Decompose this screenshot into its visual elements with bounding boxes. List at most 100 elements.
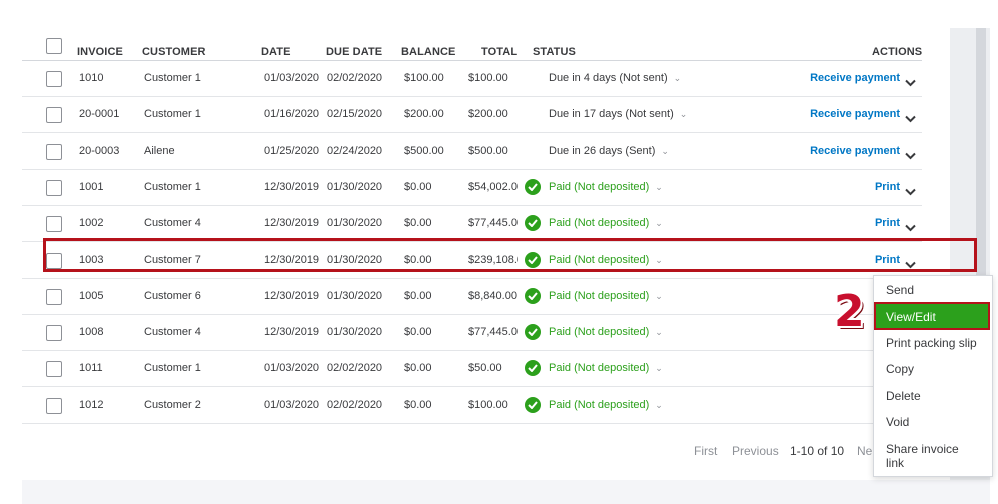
row-checkbox[interactable] <box>46 397 62 414</box>
customer-name: Customer 1 <box>144 108 201 121</box>
pagination-first[interactable]: First <box>694 444 717 458</box>
customer-name: Customer 1 <box>144 72 201 84</box>
invoice-number[interactable]: 1008 <box>79 326 103 338</box>
paid-check-icon <box>525 360 541 377</box>
invoice-date: 12/30/2019 <box>264 180 320 193</box>
status-chevron-icon[interactable]: ⌄ <box>680 109 688 120</box>
table-row: 1010 Customer 1 01/03/2020 02/02/2020 $100.0… <box>22 60 922 97</box>
paid-check-icon <box>525 178 541 195</box>
action-chevron-icon[interactable] <box>905 219 916 237</box>
footer-strip <box>22 480 990 504</box>
header-date[interactable]: DATE <box>261 46 291 58</box>
status-chevron-icon[interactable]: ⌄ <box>655 327 663 338</box>
invoice-number[interactable]: 1002 <box>79 217 103 229</box>
row-checkbox[interactable] <box>46 216 62 233</box>
menu-item-view-edit[interactable]: View/Edit <box>874 302 990 330</box>
invoice-date: 01/25/2020 <box>264 144 320 157</box>
row-checkbox[interactable] <box>46 107 62 124</box>
invoice-number[interactable]: 1012 <box>79 399 103 411</box>
header-total[interactable]: TOTAL <box>481 46 517 58</box>
status-label: Due in 26 days (Sent) <box>549 144 656 157</box>
balance-amount: $0.00 <box>404 362 432 375</box>
status-text[interactable]: Due in 17 days (Not sent) ⌄ <box>549 108 687 120</box>
balance-amount: $0.00 <box>404 398 432 411</box>
menu-item-void[interactable]: Void <box>886 415 909 429</box>
menu-item-share-invoice-link[interactable]: Share invoice <box>886 442 959 456</box>
row-checkbox[interactable] <box>46 361 62 378</box>
customer-name: Ailene <box>144 144 175 157</box>
menu-item-send[interactable]: Send <box>886 283 914 297</box>
balance-amount: $100.00 <box>404 72 444 84</box>
status-chevron-icon[interactable]: ⌄ <box>655 363 663 374</box>
menu-item-delete[interactable]: Delete <box>886 389 921 403</box>
invoice-number[interactable]: 1011 <box>79 362 103 374</box>
row-checkbox[interactable] <box>46 179 62 196</box>
status-text[interactable]: Paid (Not deposited) ⌄ <box>549 290 663 302</box>
row-checkbox[interactable] <box>46 288 62 305</box>
customer-name: Customer 4 <box>144 326 201 339</box>
status-label: Due in 17 days (Not sent) <box>549 108 674 121</box>
status-text[interactable]: Paid (Not deposited) ⌄ <box>549 217 663 229</box>
menu-item-copy[interactable]: Copy <box>886 362 914 376</box>
status-text[interactable]: Paid (Not deposited) ⌄ <box>549 399 663 411</box>
receive-payment-link[interactable]: Receive payment <box>810 108 900 120</box>
row-checkbox[interactable] <box>46 325 62 342</box>
table-row: 1002 Customer 4 12/30/2019 01/30/2020 $0.00 $… <box>22 205 922 243</box>
status-chevron-icon[interactable]: ⌄ <box>655 182 663 193</box>
invoice-number[interactable]: 1010 <box>79 72 103 84</box>
status-chevron-icon[interactable]: ⌄ <box>655 218 663 229</box>
status-chevron-icon[interactable]: ⌄ <box>674 73 682 84</box>
due-date: 01/30/2020 <box>327 217 383 230</box>
header-status[interactable]: STATUS <box>533 46 576 58</box>
balance-amount: $500.00 <box>404 144 444 157</box>
scrollbar-thumb[interactable] <box>976 28 986 276</box>
print-link[interactable]: Print <box>875 217 900 229</box>
print-link[interactable]: Print <box>875 181 900 193</box>
status-chevron-icon[interactable]: ⌄ <box>655 400 663 411</box>
status-chevron-icon[interactable]: ⌄ <box>661 146 669 157</box>
header-due-date[interactable]: DUE DATE <box>326 46 382 58</box>
action-chevron-icon[interactable] <box>905 110 916 128</box>
row-checkbox[interactable] <box>46 143 62 160</box>
due-date: 01/30/2020 <box>327 326 383 339</box>
menu-item-print-packing-slip[interactable]: Print packing slip <box>886 336 977 350</box>
row-checkbox[interactable] <box>46 71 62 87</box>
header-customer[interactable]: CUSTOMER <box>142 46 206 58</box>
status-text[interactable]: Due in 4 days (Not sent) ⌄ <box>549 72 681 84</box>
due-date: 01/30/2020 <box>327 289 383 302</box>
status-label: Paid (Not deposited) <box>549 217 650 230</box>
action-chevron-icon[interactable] <box>905 183 916 201</box>
status-label: Paid (Not deposited) <box>549 326 650 339</box>
invoice-number[interactable]: 1005 <box>79 290 103 302</box>
due-date: 02/24/2020 <box>327 144 383 157</box>
menu-item-view-edit-label: View/Edit <box>886 310 936 324</box>
status-chevron-icon[interactable]: ⌄ <box>655 291 663 302</box>
pagination-next[interactable]: Ne <box>857 444 872 458</box>
invoice-number[interactable]: 20-0003 <box>79 145 119 157</box>
menu-item-share-invoice-link-line2[interactable]: link <box>886 456 904 470</box>
table-row: 20-0003 Ailene 01/25/2020 02/24/2020 $500.00… <box>22 133 922 170</box>
total-amount: $54,002.00 <box>468 180 518 193</box>
status-text[interactable]: Paid (Not deposited) ⌄ <box>549 362 663 374</box>
status-text[interactable]: Due in 26 days (Sent) ⌄ <box>549 145 669 157</box>
balance-amount: $0.00 <box>404 217 432 230</box>
total-amount: $77,445.00 <box>468 217 518 230</box>
header-invoice[interactable]: INVOICE <box>77 46 123 58</box>
status-text[interactable]: Paid (Not deposited) ⌄ <box>549 326 663 338</box>
receive-payment-link[interactable]: Receive payment <box>810 72 900 84</box>
status-label: Paid (Not deposited) <box>549 180 650 193</box>
pagination-previous[interactable]: Previous <box>732 444 779 458</box>
invoice-number[interactable]: 20-0001 <box>79 108 119 120</box>
due-date: 02/02/2020 <box>327 362 383 375</box>
header-balance[interactable]: BALANCE <box>401 46 455 58</box>
action-chevron-icon[interactable] <box>905 147 916 165</box>
invoice-number[interactable]: 1001 <box>79 181 103 193</box>
paid-check-icon <box>525 215 541 232</box>
total-amount: $100.00 <box>468 72 508 84</box>
select-all-checkbox[interactable] <box>46 38 62 54</box>
due-date: 02/15/2020 <box>327 108 383 121</box>
action-chevron-icon[interactable] <box>905 74 916 92</box>
status-text[interactable]: Paid (Not deposited) ⌄ <box>549 181 663 193</box>
receive-payment-link[interactable]: Receive payment <box>810 145 900 157</box>
table-header: INVOICE CUSTOMER DATE DUE DATE BALANCE T… <box>22 30 922 61</box>
